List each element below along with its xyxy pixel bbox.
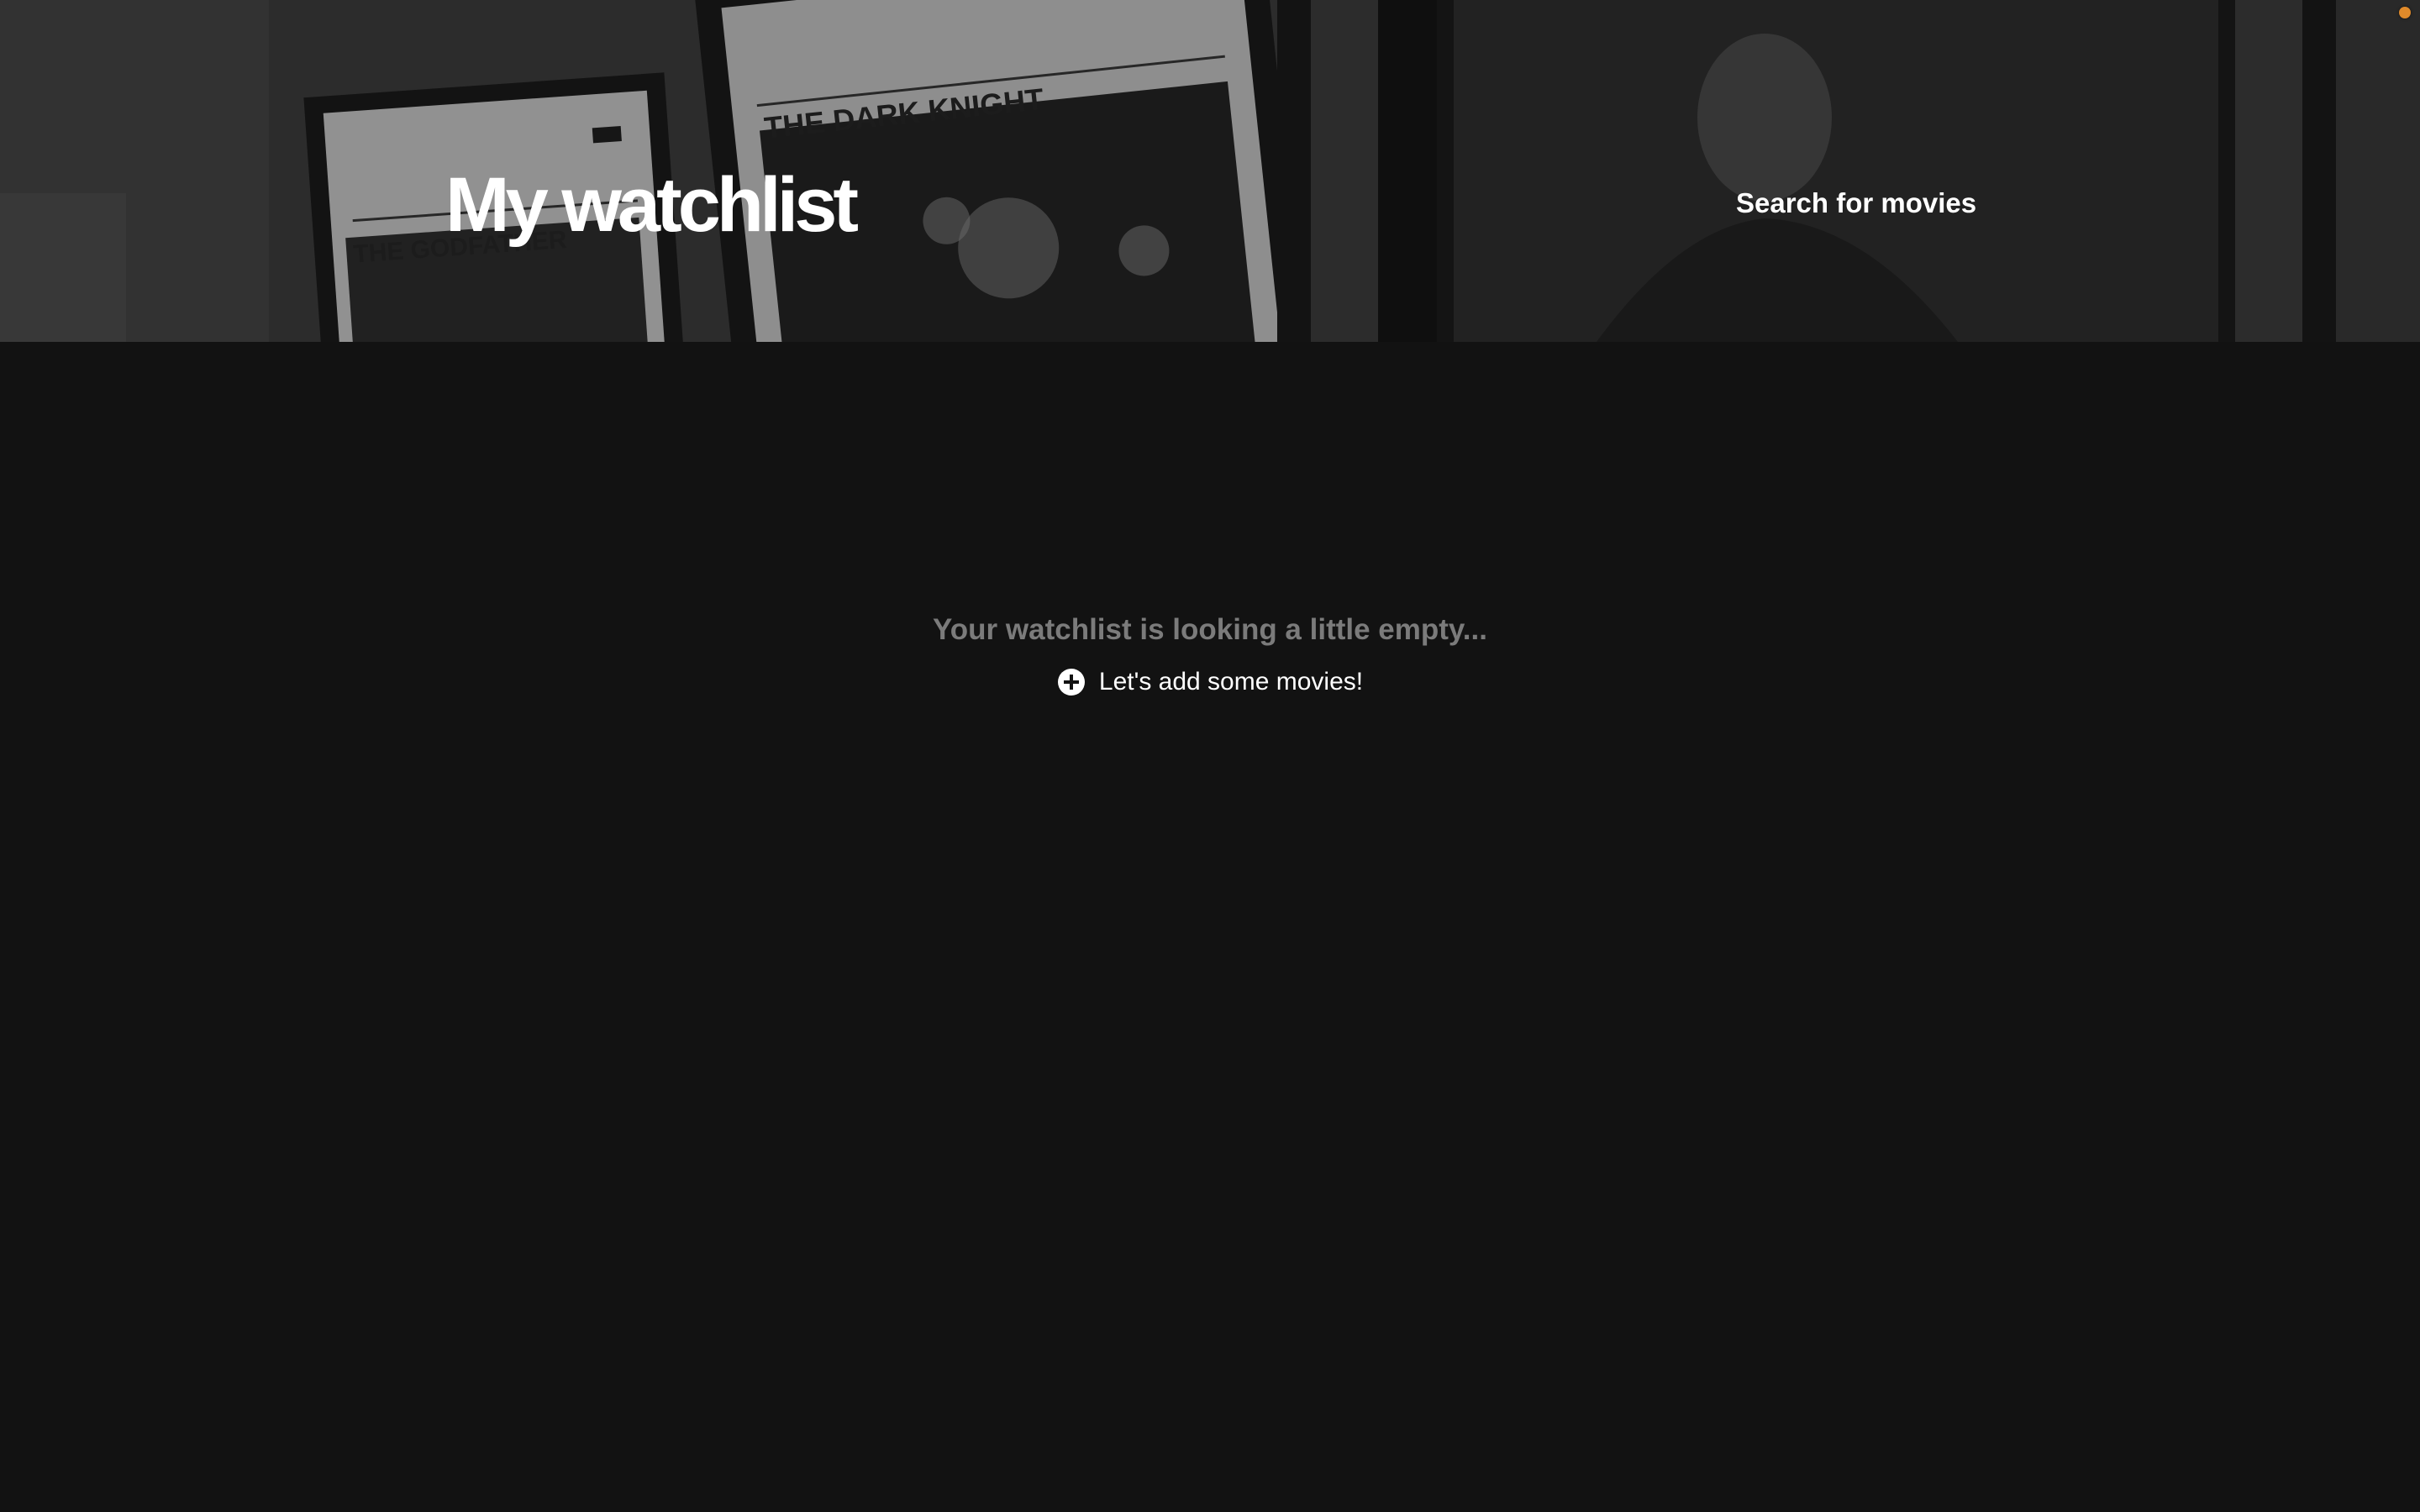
add-movies-link-label: Let's add some movies! <box>1098 668 1364 696</box>
plus-circle-icon <box>1057 669 1085 696</box>
hero-overlay <box>0 0 2420 342</box>
hero-header: THE GODFATHER THE DARK KNIGHT My watchli… <box>0 0 2420 342</box>
watchlist-page: THE GODFATHER THE DARK KNIGHT My watchli… <box>0 0 2420 1512</box>
status-indicator-dot <box>2399 7 2411 18</box>
add-movies-link[interactable]: Let's add some movies! <box>1057 665 1363 699</box>
page-title: My watchlist <box>445 162 859 248</box>
empty-watchlist-state: Your watchlist is looking a little empty… <box>0 605 2420 701</box>
search-movies-link[interactable]: Search for movies <box>1736 186 1976 220</box>
empty-watchlist-message: Your watchlist is looking a little empty… <box>933 613 1487 646</box>
